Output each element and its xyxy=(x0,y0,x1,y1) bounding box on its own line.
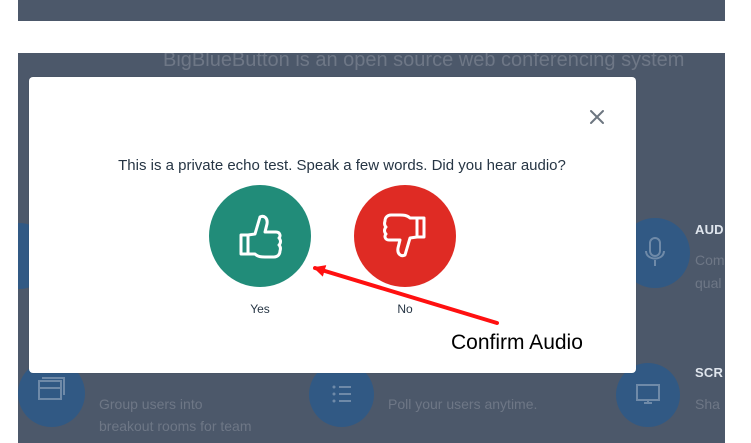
thumbs-down-icon xyxy=(383,213,426,258)
background-tagline: BigBlueButton is an open source web conf… xyxy=(163,53,685,71)
background-breakout-feature-desc-line2: breakout rooms for team xyxy=(99,418,252,434)
yes-audio-button[interactable] xyxy=(209,185,311,287)
screen-share-icon xyxy=(636,384,660,404)
background-audio-feature-title: AUD xyxy=(695,222,724,237)
top-background-band xyxy=(18,0,725,21)
background-polling-feature-desc: Poll your users anytime. xyxy=(388,396,538,412)
no-audio-button[interactable] xyxy=(354,185,456,287)
echo-test-modal: This is a private echo test. Speak a few… xyxy=(29,77,636,373)
echo-test-screenshot: BigBlueButton is an open source web conf… xyxy=(0,0,751,443)
polling-list-icon xyxy=(332,385,351,403)
microphone-icon xyxy=(645,237,665,266)
background-audio-feature-desc-line2: qual xyxy=(695,275,722,291)
background-breakout-feature-desc-line1: Group users into xyxy=(99,396,203,412)
yes-label: Yes xyxy=(250,302,270,316)
background-screen-feature-desc: Sha xyxy=(695,396,720,412)
background-screen-feature-title: SCR xyxy=(695,365,724,380)
background-audio-feature-desc-line1: Com xyxy=(695,252,725,268)
close-icon[interactable] xyxy=(586,106,608,128)
no-label: No xyxy=(397,302,413,316)
echo-test-prompt: This is a private echo test. Speak a few… xyxy=(118,157,566,174)
breakout-rooms-icon xyxy=(38,377,65,400)
confirm-audio-annotation: Confirm Audio xyxy=(451,331,583,354)
thumbs-up-icon xyxy=(239,214,282,259)
